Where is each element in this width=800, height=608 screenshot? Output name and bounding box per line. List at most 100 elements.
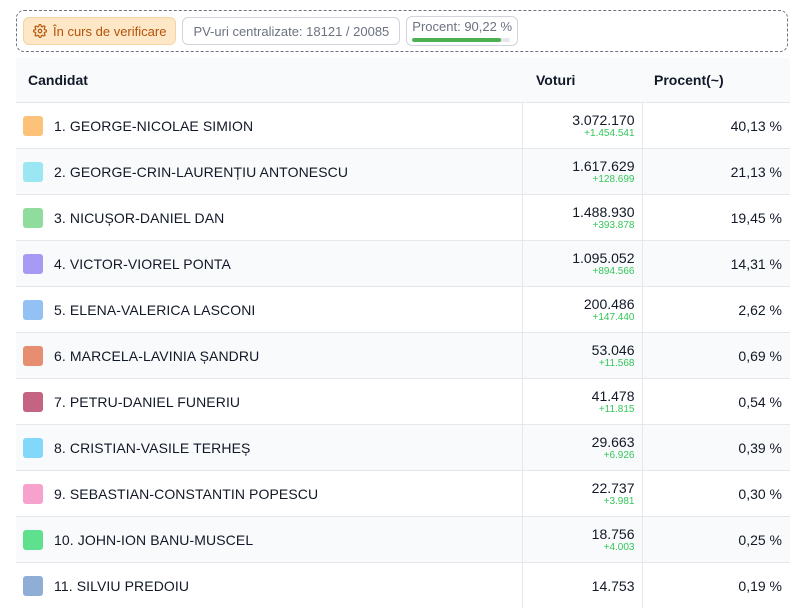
vote-delta: +128.699 bbox=[523, 174, 635, 185]
candidate-color-swatch bbox=[23, 392, 43, 412]
progress-bar-fill bbox=[412, 38, 500, 42]
vote-count: 53.046 bbox=[523, 342, 635, 358]
vote-count: 41.478 bbox=[523, 388, 635, 404]
vote-count: 18.756 bbox=[523, 526, 635, 542]
table-row: 2. GEORGE-CRIN-LAURENȚIU ANTONESCU 1.617… bbox=[16, 149, 790, 195]
vote-count: 3.072.170 bbox=[523, 112, 635, 128]
percent-cell: 14,31 % bbox=[642, 241, 790, 287]
percent-cell: 0,39 % bbox=[642, 425, 790, 471]
candidate-cell: 2. GEORGE-CRIN-LAURENȚIU ANTONESCU bbox=[16, 149, 522, 195]
votes-cell: 1.488.930 +393.878 bbox=[522, 195, 642, 241]
vote-count: 1.617.629 bbox=[523, 158, 635, 174]
votes-cell: 29.663 +6.926 bbox=[522, 425, 642, 471]
vote-delta: +11.568 bbox=[523, 358, 635, 369]
table-row: 6. MARCELA-LAVINIA ȘANDRU 53.046 +11.568… bbox=[16, 333, 790, 379]
candidate-cell: 7. PETRU-DANIEL FUNERIU bbox=[16, 379, 522, 425]
candidate-color-swatch bbox=[23, 208, 43, 228]
candidate-color-swatch bbox=[23, 162, 43, 182]
vote-count: 29.663 bbox=[523, 434, 635, 450]
candidate-cell: 6. MARCELA-LAVINIA ȘANDRU bbox=[16, 333, 522, 379]
vote-delta: +1.454.541 bbox=[523, 128, 635, 139]
candidate-cell: 5. ELENA-VALERICA LASCONI bbox=[16, 287, 522, 333]
candidate-name: 5. ELENA-VALERICA LASCONI bbox=[54, 302, 255, 318]
percent-cell: 21,13 % bbox=[642, 149, 790, 195]
progress-bar bbox=[412, 38, 510, 42]
percent-progress: Procent: 90,22 % bbox=[406, 16, 518, 46]
candidate-name: 1. GEORGE-NICOLAE SIMION bbox=[54, 118, 253, 134]
candidate-name: 7. PETRU-DANIEL FUNERIU bbox=[54, 394, 240, 410]
vote-count: 22.737 bbox=[523, 480, 635, 496]
verification-status-badge: În curs de verificare bbox=[23, 17, 176, 45]
candidate-cell: 3. NICUȘOR-DANIEL DAN bbox=[16, 195, 522, 241]
vote-count: 1.095.052 bbox=[523, 250, 635, 266]
candidate-color-swatch bbox=[23, 300, 43, 320]
candidate-name: 10. JOHN-ION BANU-MUSCEL bbox=[54, 532, 253, 548]
percent-cell: 0,19 % bbox=[642, 563, 790, 608]
vote-count: 200.486 bbox=[523, 296, 635, 312]
header-votes: Voturi bbox=[522, 58, 642, 103]
candidate-name: 6. MARCELA-LAVINIA ȘANDRU bbox=[54, 348, 259, 364]
header-percent: Procent(~) bbox=[642, 58, 790, 103]
table-row: 9. SEBASTIAN-CONSTANTIN POPESCU 22.737 +… bbox=[16, 471, 790, 517]
vote-delta: +894.566 bbox=[523, 266, 635, 277]
candidate-cell: 9. SEBASTIAN-CONSTANTIN POPESCU bbox=[16, 471, 522, 517]
percent-cell: 2,62 % bbox=[642, 287, 790, 333]
percent-cell: 0,30 % bbox=[642, 471, 790, 517]
candidate-color-swatch bbox=[23, 346, 43, 366]
candidate-cell: 4. VICTOR-VIOREL PONTA bbox=[16, 241, 522, 287]
vote-delta: +147.440 bbox=[523, 312, 635, 323]
table-row: 3. NICUȘOR-DANIEL DAN 1.488.930 +393.878… bbox=[16, 195, 790, 241]
percent-cell: 0,54 % bbox=[642, 379, 790, 425]
candidate-name: 2. GEORGE-CRIN-LAURENȚIU ANTONESCU bbox=[54, 164, 348, 180]
vote-delta: +11.815 bbox=[523, 404, 635, 415]
candidate-color-swatch bbox=[23, 576, 43, 596]
vote-delta: +6.926 bbox=[523, 450, 635, 461]
vote-delta: +393.878 bbox=[523, 220, 635, 231]
status-bar: În curs de verificare PV-uri centralizat… bbox=[16, 10, 788, 52]
table-row: 4. VICTOR-VIOREL PONTA 1.095.052 +894.56… bbox=[16, 241, 790, 287]
pv-count-badge: PV-uri centralizate: 18121 / 20085 bbox=[182, 17, 400, 45]
votes-cell: 3.072.170 +1.454.541 bbox=[522, 103, 642, 149]
table-row: 7. PETRU-DANIEL FUNERIU 41.478 +11.815 0… bbox=[16, 379, 790, 425]
candidate-cell: 1. GEORGE-NICOLAE SIMION bbox=[16, 103, 522, 149]
candidate-color-swatch bbox=[23, 116, 43, 136]
percent-cell: 40,13 % bbox=[642, 103, 790, 149]
votes-cell: 22.737 +3.981 bbox=[522, 471, 642, 517]
vote-count: 1.488.930 bbox=[523, 204, 635, 220]
candidate-color-swatch bbox=[23, 438, 43, 458]
candidate-color-swatch bbox=[23, 484, 43, 504]
votes-cell: 53.046 +11.568 bbox=[522, 333, 642, 379]
votes-cell: 200.486 +147.440 bbox=[522, 287, 642, 333]
table-row: 8. CRISTIAN-VASILE TERHEȘ 29.663 +6.926 … bbox=[16, 425, 790, 471]
table-header-row: Candidat Voturi Procent(~) bbox=[16, 58, 790, 103]
table-row: 11. SILVIU PREDOIU 14.753 0,19 % bbox=[16, 563, 790, 608]
table-row: 10. JOHN-ION BANU-MUSCEL 18.756 +4.003 0… bbox=[16, 517, 790, 563]
votes-cell: 14.753 bbox=[522, 563, 642, 608]
candidate-color-swatch bbox=[23, 254, 43, 274]
vote-delta: +4.003 bbox=[523, 542, 635, 553]
votes-cell: 1.095.052 +894.566 bbox=[522, 241, 642, 287]
candidate-name: 3. NICUȘOR-DANIEL DAN bbox=[54, 210, 224, 226]
candidate-name: 9. SEBASTIAN-CONSTANTIN POPESCU bbox=[54, 486, 318, 502]
results-table: Candidat Voturi Procent(~) 1. GEORGE-NIC… bbox=[16, 58, 790, 608]
candidate-cell: 10. JOHN-ION BANU-MUSCEL bbox=[16, 517, 522, 563]
percent-cell: 0,69 % bbox=[642, 333, 790, 379]
candidate-cell: 8. CRISTIAN-VASILE TERHEȘ bbox=[16, 425, 522, 471]
candidate-color-swatch bbox=[23, 530, 43, 550]
vote-count: 14.753 bbox=[523, 578, 635, 594]
votes-cell: 1.617.629 +128.699 bbox=[522, 149, 642, 195]
gear-icon bbox=[33, 24, 47, 38]
percent-label: Procent: 90,22 % bbox=[412, 20, 512, 34]
candidate-name: 11. SILVIU PREDOIU bbox=[54, 578, 189, 594]
table-row: 5. ELENA-VALERICA LASCONI 200.486 +147.4… bbox=[16, 287, 790, 333]
pv-count-label: PV-uri centralizate: 18121 / 20085 bbox=[193, 24, 389, 39]
candidate-name: 4. VICTOR-VIOREL PONTA bbox=[54, 256, 231, 272]
table-row: 1. GEORGE-NICOLAE SIMION 3.072.170 +1.45… bbox=[16, 103, 790, 149]
candidate-cell: 11. SILVIU PREDOIU bbox=[16, 563, 522, 608]
votes-cell: 18.756 +4.003 bbox=[522, 517, 642, 563]
votes-cell: 41.478 +11.815 bbox=[522, 379, 642, 425]
header-candidate: Candidat bbox=[16, 58, 522, 103]
percent-cell: 19,45 % bbox=[642, 195, 790, 241]
verification-status-label: În curs de verificare bbox=[53, 24, 166, 39]
vote-delta: +3.981 bbox=[523, 496, 635, 507]
